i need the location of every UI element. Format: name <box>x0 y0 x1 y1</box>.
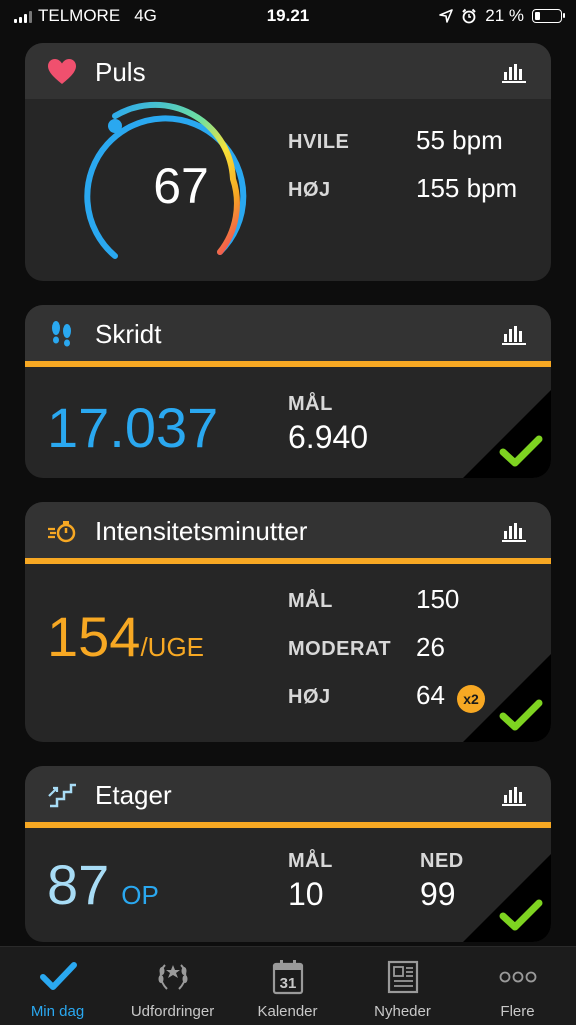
tab-flere[interactable]: Flere <box>460 947 575 1025</box>
bar-chart-icon[interactable] <box>501 784 527 806</box>
intensity-value: 154/UGE <box>47 604 204 669</box>
status-right: 21 % <box>439 6 565 26</box>
high-label: HØJ <box>288 179 331 201</box>
goal-met-check-icon <box>499 435 543 467</box>
card-title: Skridt <box>95 319 162 349</box>
tab-min-dag[interactable]: Min dag <box>0 947 115 1025</box>
down-value: 99 <box>420 876 456 912</box>
high-label: HØJ <box>288 686 331 708</box>
battery-percent: 21 % <box>485 6 524 25</box>
intensity-number: 154 <box>47 605 141 668</box>
tab-udfordringer[interactable]: Udfordringer <box>115 947 230 1025</box>
stairs-icon <box>48 783 76 808</box>
tab-label: Flere <box>500 1003 535 1020</box>
tab-label: Kalender <box>257 1003 318 1020</box>
moderate-label: MODERAT <box>288 638 392 660</box>
goal-label: MÅL <box>288 850 333 872</box>
bar-chart-icon[interactable] <box>501 61 527 83</box>
pulse-card-header: Puls <box>25 43 551 99</box>
floors-number: 87 <box>47 853 110 916</box>
tab-bar: Min dag Udfordringer 31 Kalender Nyheder <box>0 946 576 1025</box>
battery-icon <box>532 9 565 23</box>
alarm-icon <box>462 8 476 24</box>
floors-card-body: 87 OP MÅL 10 NED 99 <box>25 828 551 942</box>
goal-value: 10 <box>288 876 324 912</box>
bar-chart-icon[interactable] <box>501 323 527 345</box>
more-icon <box>499 971 537 983</box>
card-title: Intensitetsminutter <box>95 516 308 546</box>
goal-met-check-icon <box>499 899 543 931</box>
tab-nyheder[interactable]: Nyheder <box>345 947 460 1025</box>
intensity-card[interactable]: Intensitetsminutter 154/UGE MÅL 150 MODE… <box>25 502 551 742</box>
pulse-card-body: 67 HVILE 55 bpm HØJ 155 bpm <box>25 99 551 281</box>
goal-label: MÅL <box>288 590 333 612</box>
intensity-card-header: Intensitetsminutter <box>25 502 551 558</box>
goal-value: 150 <box>416 584 460 614</box>
down-label: NED <box>420 850 464 872</box>
goal-value: 6.940 <box>288 419 369 455</box>
steps-card[interactable]: Skridt 17.037 MÅL 6.940 <box>25 305 551 478</box>
tab-label: Min dag <box>30 1003 85 1020</box>
calendar-day: 31 <box>280 975 297 992</box>
current-pulse: 67 <box>153 158 209 214</box>
pulse-card[interactable]: Puls 67 HVILE 55 bpm HØJ 155 bpm <box>25 43 551 281</box>
tab-label: Udfordringer <box>130 1003 215 1020</box>
intensity-card-body: 154/UGE MÅL 150 MODERAT 26 HØJ 64 x2 <box>25 564 551 742</box>
newspaper-icon <box>387 960 419 994</box>
calendar-icon: 31 <box>272 960 304 995</box>
card-title: Etager <box>95 780 172 810</box>
location-arrow-icon <box>439 9 454 23</box>
card-title: Puls <box>95 57 146 87</box>
intensity-unit: /UGE <box>140 632 205 662</box>
rest-label: HVILE <box>288 131 350 153</box>
high-value: 155 bpm <box>416 173 518 203</box>
steps-value: 17.037 <box>47 396 219 459</box>
steps-card-header: Skridt <box>25 305 551 361</box>
stopwatch-icon <box>48 521 76 543</box>
moderate-value: 26 <box>416 632 445 662</box>
tab-label: Nyheder <box>374 1003 431 1020</box>
rest-value: 55 bpm <box>416 125 503 155</box>
status-bar: TELMORE 4G 19.21 21 % <box>0 0 576 34</box>
tab-kalender[interactable]: 31 Kalender <box>230 947 345 1025</box>
floors-card-header: Etager <box>25 766 551 822</box>
checkmark-icon <box>40 962 77 990</box>
heart-icon <box>48 59 76 84</box>
footprints-icon <box>52 321 71 347</box>
goal-met-check-icon <box>499 699 543 731</box>
high-value: 64 <box>416 680 445 710</box>
steps-card-body: 17.037 MÅL 6.940 <box>25 367 551 478</box>
floors-unit: OP <box>121 880 159 910</box>
floors-value: 87 OP <box>47 852 159 917</box>
bar-chart-icon[interactable] <box>501 520 527 542</box>
goal-label: MÅL <box>288 393 333 415</box>
floors-card[interactable]: Etager 87 OP MÅL 10 NED 99 <box>25 766 551 942</box>
laurel-icon <box>158 964 188 990</box>
